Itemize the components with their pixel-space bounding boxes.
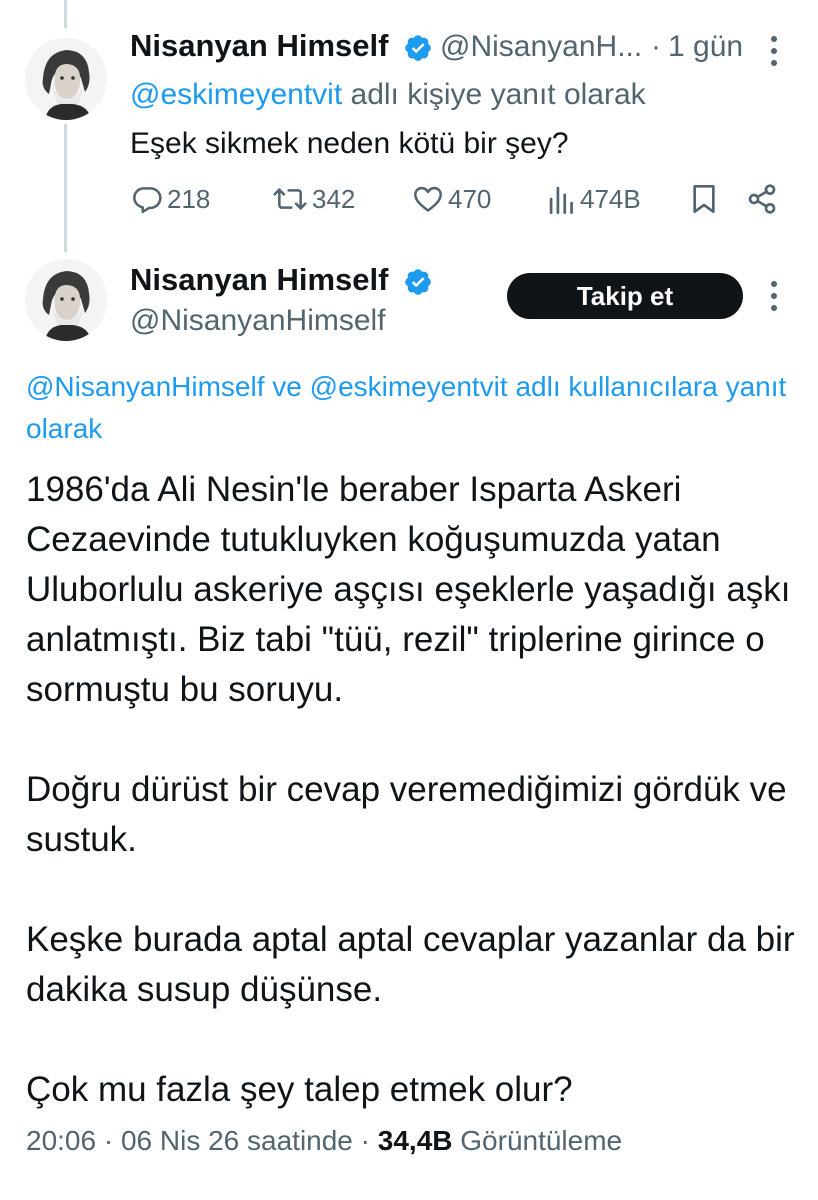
avatar-image <box>25 259 107 341</box>
reply-button[interactable]: 218 <box>131 180 210 218</box>
main-display-name[interactable]: Nisanyan Himself <box>130 262 388 298</box>
heart-icon <box>414 186 442 212</box>
parent-tweet-text: Eşek sikmek neden kötü bir şey? <box>130 127 569 160</box>
tweet-meta: 20:06 · 06 Nis 26 saatinde · 34,4B Görün… <box>26 1125 622 1157</box>
avatar-image <box>25 38 107 120</box>
views-button[interactable]: 474B <box>548 180 641 218</box>
tweet-paragraph: Doğru dürüst bir cevap veremediğimizi gö… <box>26 770 787 859</box>
main-avatar[interactable] <box>25 259 107 341</box>
reply-context-text: adlı kişiye yanıt olarak <box>342 78 646 111</box>
verified-badge-icon <box>405 269 431 295</box>
reply-mention-link[interactable]: @eskimeyentvit <box>310 371 508 402</box>
bookmark-icon <box>693 185 715 213</box>
tweet-timestamp[interactable]: 20:06 · 06 Nis 26 saatinde · <box>26 1125 378 1156</box>
share-button[interactable] <box>746 180 778 218</box>
main-handle[interactable]: @NisanyanHimself <box>130 304 386 338</box>
more-icon[interactable] <box>766 34 782 68</box>
views-total: 34,4B <box>377 1125 453 1156</box>
reply-mention-link[interactable]: @NisanyanHimself <box>26 371 265 402</box>
reply-connector: ve <box>264 371 310 402</box>
parent-reply-context: @eskimeyentvit adlı kişiye yanıt olarak <box>130 78 646 112</box>
more-icon[interactable] <box>766 279 782 313</box>
views-label: Görüntüleme <box>452 1125 623 1156</box>
retweet-icon <box>273 188 307 210</box>
tweet-paragraph: Keşke burada aptal aptal cevaplar yazanl… <box>26 920 795 1009</box>
parent-display-name[interactable]: Nisanyan Himself <box>130 28 388 64</box>
thread-line-top <box>64 0 67 28</box>
views-chart-icon <box>549 186 573 214</box>
parent-time[interactable]: 1 gün <box>668 30 743 64</box>
follow-button[interactable]: Takip et <box>507 273 743 319</box>
bookmark-button[interactable] <box>690 180 718 218</box>
like-count: 470 <box>448 183 492 214</box>
separator-dot: · <box>651 30 661 63</box>
retweet-count: 342 <box>312 183 356 214</box>
reply-icon <box>133 187 162 214</box>
tweet-paragraph: 1986'da Ali Nesin'le beraber Isparta Ask… <box>26 470 791 709</box>
parent-handle[interactable]: @NisanyanH... <box>440 30 642 64</box>
views-count: 474B <box>580 183 641 214</box>
reply-count: 218 <box>167 183 211 214</box>
reply-mention-link[interactable]: @eskimeyentvit <box>130 78 342 111</box>
tweet-paragraph: Çok mu fazla şey talep etmek olur? <box>26 1070 573 1109</box>
thread-line-connector <box>64 124 67 252</box>
like-button[interactable]: 470 <box>412 180 491 218</box>
main-reply-context: @NisanyanHimself ve @eskimeyentvit adlı … <box>26 366 811 450</box>
verified-badge-icon <box>405 35 431 61</box>
parent-avatar[interactable] <box>25 38 107 120</box>
main-tweet-text: 1986'da Ali Nesin'le beraber Isparta Ask… <box>26 465 811 1115</box>
share-icon <box>748 184 776 214</box>
retweet-button[interactable]: 342 <box>272 180 355 218</box>
